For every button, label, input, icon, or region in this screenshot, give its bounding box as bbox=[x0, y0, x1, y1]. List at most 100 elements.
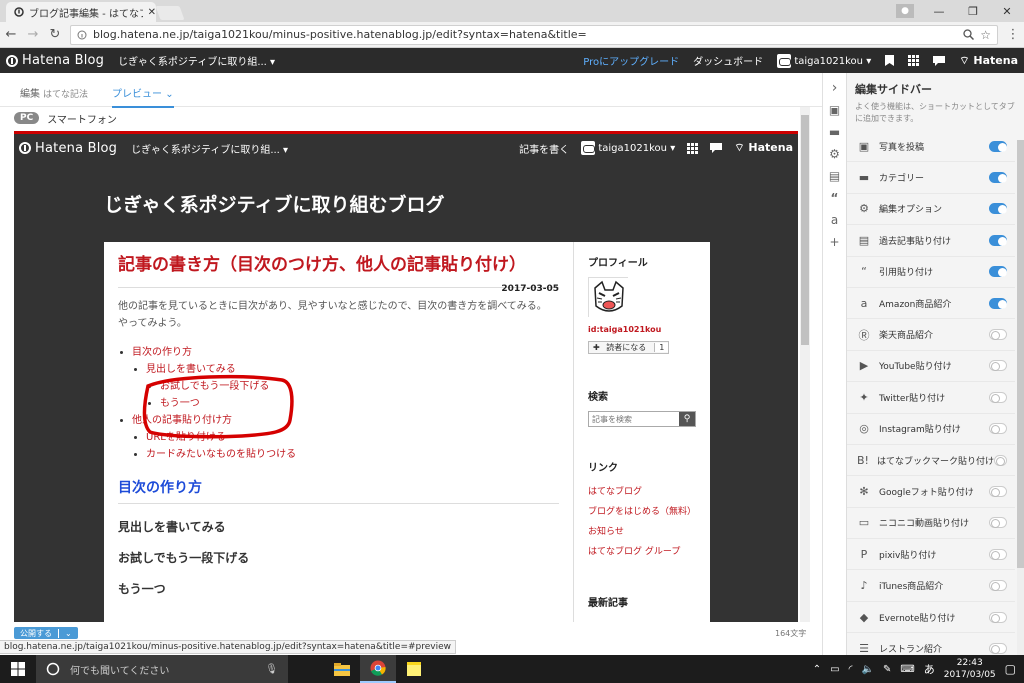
plugin-toggle[interactable] bbox=[989, 642, 1007, 654]
subscribe-button[interactable]: ✚ 読者になる 1 bbox=[588, 341, 670, 354]
plugin-toggle[interactable] bbox=[989, 360, 1007, 372]
plugin-row[interactable]: ▣ 写真を投稿 bbox=[847, 131, 1015, 163]
plugin-row[interactable]: B! はてなブックマーク貼り付け bbox=[847, 445, 1015, 477]
toc-link[interactable]: カードみたいなものを貼りつける bbox=[146, 449, 296, 460]
gear-icon[interactable]: ⚙ bbox=[829, 147, 840, 161]
address-bar[interactable]: blog.hatena.ne.jp/taiga1021kou/minus-pos… bbox=[70, 24, 998, 45]
search-input[interactable] bbox=[589, 412, 679, 426]
plugin-row[interactable]: ✦ Twitter貼り付け bbox=[847, 382, 1015, 414]
plugin-row[interactable]: Ⓡ 楽天商品紹介 bbox=[847, 319, 1015, 351]
profile-icon[interactable]: ● bbox=[896, 4, 914, 18]
back-icon[interactable]: ← bbox=[0, 27, 22, 42]
file-explorer-app[interactable] bbox=[324, 655, 360, 683]
browser-tab[interactable]: ブログ記事編集 - はてなブロ ✕ bbox=[6, 2, 156, 22]
reload-icon[interactable]: ↻ bbox=[44, 27, 66, 42]
preview-hatena-blog-logo[interactable]: Hatena Blog bbox=[19, 141, 117, 156]
plugin-toggle[interactable] bbox=[989, 391, 1007, 403]
tab-edit[interactable]: 編集 はてな記法 bbox=[20, 85, 88, 108]
minimize-icon[interactable]: — bbox=[922, 0, 956, 22]
chrome-app[interactable] bbox=[360, 655, 396, 683]
ime-icon[interactable]: あ bbox=[924, 661, 935, 677]
chrome-menu-icon[interactable]: ⋮ bbox=[1002, 27, 1024, 42]
entry-title[interactable]: 記事の書き方（目次のつけ方、他人の記事貼り付け） bbox=[118, 254, 526, 277]
plugin-toggle[interactable] bbox=[989, 203, 1007, 215]
plugin-row[interactable]: Ppixiv貼り付け bbox=[847, 539, 1015, 571]
plugin-toggle[interactable] bbox=[989, 266, 1007, 278]
blog-selector[interactable]: じぎゃく系ポジティブに取り組... ▾ bbox=[118, 53, 275, 68]
add-icon[interactable]: + bbox=[829, 235, 839, 249]
preview-blog-selector[interactable]: じぎゃく系ポジティブに取り組... ▾ bbox=[131, 141, 288, 156]
notification-icon[interactable] bbox=[933, 55, 946, 66]
plugin-row[interactable]: “ 引用貼り付け bbox=[847, 257, 1015, 288]
pen-icon[interactable]: ✎ bbox=[883, 664, 891, 675]
tab-close-icon[interactable]: ✕ bbox=[148, 7, 156, 18]
document-icon[interactable]: ▤ bbox=[829, 169, 840, 183]
plugin-row[interactable]: ▬ カテゴリー bbox=[847, 162, 1015, 194]
photo-icon[interactable]: ▣ bbox=[829, 103, 840, 117]
sidebar-scrollbar-thumb[interactable] bbox=[1017, 140, 1024, 568]
info-icon[interactable] bbox=[77, 30, 87, 40]
cortana-search[interactable]: 何でも聞いてください 🎙 bbox=[36, 655, 288, 683]
bookmark-icon[interactable] bbox=[885, 55, 895, 66]
wifi-icon[interactable]: ◜ bbox=[849, 664, 853, 675]
editor-scrollbar[interactable] bbox=[800, 107, 810, 622]
dashboard-link[interactable]: ダッシュボード bbox=[693, 53, 763, 68]
editor-scrollbar-thumb[interactable] bbox=[801, 115, 809, 345]
chevron-down-icon[interactable]: ⌄ bbox=[58, 628, 78, 638]
close-window-icon[interactable]: ✕ bbox=[990, 0, 1024, 22]
hatena-account-link[interactable]: ⌔ Hatena bbox=[959, 54, 1018, 68]
tab-preview[interactable]: プレビュー ⌄ bbox=[112, 85, 174, 108]
sidebar-scrollbar[interactable] bbox=[1017, 140, 1024, 655]
upgrade-link[interactable]: Proにアップグレード bbox=[583, 53, 679, 68]
restore-icon[interactable]: ❐ bbox=[956, 0, 990, 22]
device-pc-button[interactable]: PC bbox=[14, 112, 40, 124]
task-view-button[interactable] bbox=[288, 655, 324, 683]
plugin-toggle[interactable] bbox=[989, 140, 1007, 152]
plugin-row[interactable]: ▶ YouTube貼り付け bbox=[847, 351, 1015, 383]
amazon-icon[interactable]: a bbox=[831, 213, 838, 227]
forward-icon[interactable]: → bbox=[22, 27, 44, 42]
zoom-icon[interactable] bbox=[963, 29, 975, 40]
search-icon[interactable]: ⚲ bbox=[679, 412, 695, 426]
device-phone-button[interactable]: スマートフォン bbox=[47, 111, 117, 126]
plugin-row[interactable]: ▤ 過去記事貼り付け bbox=[847, 225, 1015, 257]
collapse-chevron-icon[interactable]: › bbox=[832, 80, 838, 96]
plugin-row[interactable]: ✻ Googleフォト貼り付け bbox=[847, 476, 1015, 508]
volume-mute-icon[interactable]: 🔈 bbox=[862, 664, 874, 675]
preview-notification-icon[interactable] bbox=[710, 143, 723, 153]
quote-icon[interactable]: “ bbox=[831, 191, 839, 205]
plugin-toggle[interactable] bbox=[989, 297, 1007, 309]
plugin-toggle[interactable] bbox=[993, 454, 1007, 466]
plugin-row[interactable]: ◆ Evernote貼り付け bbox=[847, 602, 1015, 634]
plugin-row[interactable]: a Amazon商品紹介 bbox=[847, 288, 1015, 320]
write-entry-link[interactable]: 記事を書く bbox=[519, 141, 569, 156]
clock[interactable]: 22:43 2017/03/05 bbox=[944, 657, 996, 681]
plugin-toggle[interactable] bbox=[989, 234, 1007, 246]
apps-grid-icon[interactable] bbox=[908, 55, 920, 66]
plugin-toggle[interactable] bbox=[989, 172, 1007, 184]
new-tab-button[interactable] bbox=[155, 6, 185, 20]
user-menu[interactable]: taiga1021kou ▾ bbox=[777, 53, 871, 68]
hatena-blog-logo[interactable]: Hatena Blog bbox=[6, 53, 104, 68]
start-button[interactable] bbox=[0, 655, 36, 683]
sidebar-link[interactable]: はてなブログ bbox=[588, 482, 698, 502]
preview-user-menu[interactable]: taiga1021kou ▾ bbox=[581, 141, 675, 155]
plugin-row[interactable]: ♪ iTunes商品紹介 bbox=[847, 570, 1015, 602]
plugin-toggle[interactable] bbox=[989, 580, 1007, 592]
microphone-icon[interactable]: 🎙 bbox=[265, 664, 278, 675]
plugin-row[interactable]: ▭ ニコニコ動画貼り付け bbox=[847, 508, 1015, 540]
plugin-toggle[interactable] bbox=[989, 329, 1007, 341]
sidebar-link[interactable]: お知らせ bbox=[588, 522, 698, 542]
folder-icon[interactable]: ▬ bbox=[829, 125, 840, 139]
sidebar-link[interactable]: はてなブログ グループ bbox=[588, 542, 698, 562]
plugin-toggle[interactable] bbox=[989, 423, 1007, 435]
preview-apps-grid-icon[interactable] bbox=[687, 142, 699, 154]
bookmark-star-icon[interactable]: ☆ bbox=[980, 28, 991, 42]
sidebar-link[interactable]: ブログをはじめる（無料） bbox=[588, 502, 698, 522]
keyboard-icon[interactable]: ⌨ bbox=[900, 664, 914, 675]
plugin-toggle[interactable] bbox=[989, 611, 1007, 623]
plugin-row[interactable]: ◎ Instagram貼り付け bbox=[847, 414, 1015, 445]
battery-icon[interactable]: ▭ bbox=[830, 664, 839, 675]
plugin-toggle[interactable] bbox=[989, 485, 1007, 497]
publish-button[interactable]: 公開する ⌄ bbox=[14, 627, 78, 639]
